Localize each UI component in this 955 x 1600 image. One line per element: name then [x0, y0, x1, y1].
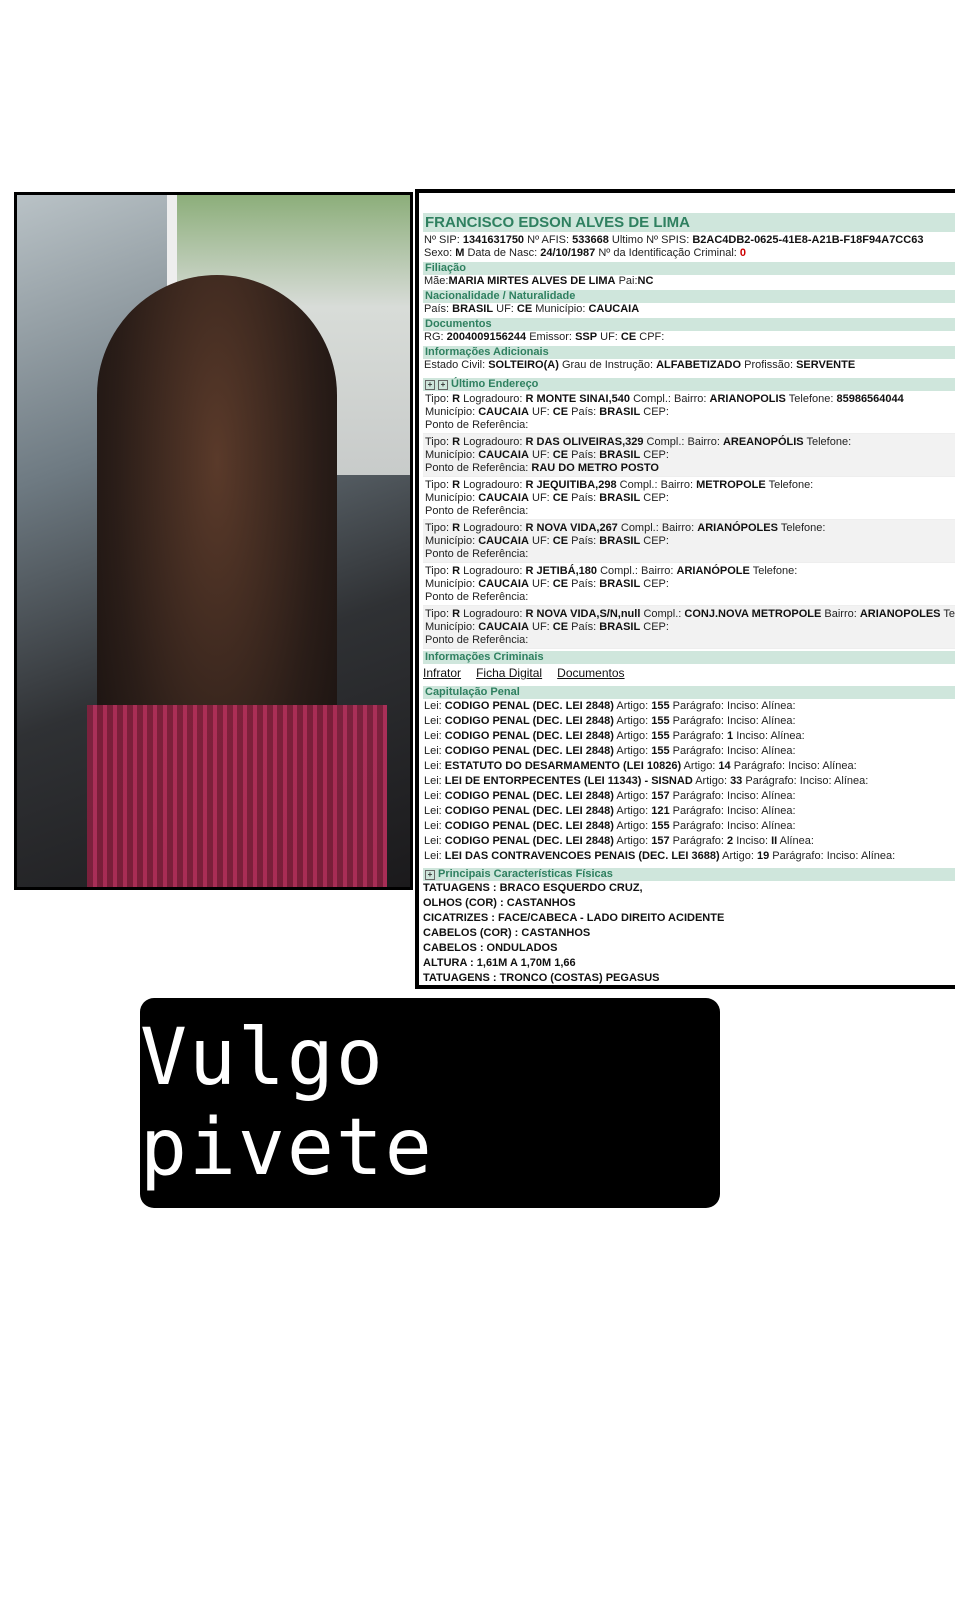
section-endereco[interactable]: + + Último Endereço — [423, 378, 955, 391]
capitulacao-list: Lei: CODIGO PENAL (DEC. LEI 2848) Artigo… — [423, 699, 955, 864]
capitulacao-row: Lei: CODIGO PENAL (DEC. LEI 2848) Artigo… — [424, 805, 796, 817]
birth-line: Sexo: M Data de Nasc: 24/10/1987 Nº da I… — [424, 247, 747, 259]
characteristic-item: TATUAGENS : BRACO ESQUERDO CRUZ, — [423, 882, 643, 894]
address-row: Tipo: R Logradouro: R DAS OLIVEIRAS,329 … — [423, 434, 955, 477]
nickname-text: Vulgo pivete — [140, 1013, 434, 1193]
nacionalidade-line: País: BRASIL UF: CE Município: CAUCAIA — [424, 303, 640, 315]
criminal-links: Infrator Ficha Digital Documentos — [423, 664, 955, 684]
section-filiacao: Filiação — [423, 262, 955, 275]
characteristic-item: CABELOS (COR) : CASTANHOS — [423, 927, 591, 939]
address-row: Tipo: R Logradouro: R NOVA VIDA,S/N,null… — [423, 606, 955, 649]
characteristic-item: CABELOS : ONDULADOS — [423, 942, 558, 954]
section-documentos: Documentos — [423, 318, 955, 331]
link-ficha-digital[interactable]: Ficha Digital — [476, 666, 542, 680]
capitulacao-row: Lei: LEI DAS CONTRAVENCOES PENAIS (DEC. … — [424, 850, 896, 862]
characteristics-list: TATUAGENS : BRACO ESQUERDO CRUZ, OLHOS (C… — [423, 881, 955, 985]
characteristic-item: OLHOS (COR) : CASTANHOS — [423, 897, 576, 909]
capitulacao-row: Lei: CODIGO PENAL (DEC. LEI 2848) Artigo… — [424, 700, 796, 712]
id-line: Nº SIP: 1341631750 Nº AFIS: 533668 Ultim… — [424, 234, 924, 246]
section-info-criminais: Informações Criminais — [423, 651, 955, 664]
link-infrator[interactable]: Infrator — [423, 666, 461, 680]
address-row: Tipo: R Logradouro: R JEQUITIBA,298 Comp… — [423, 477, 955, 520]
address-row: Tipo: R Logradouro: R NOVA VIDA,267 Comp… — [423, 520, 955, 563]
address-row: Tipo: R Logradouro: R MONTE SINAI,540 Co… — [423, 391, 955, 434]
expand-icon[interactable]: + — [425, 870, 435, 880]
characteristic-item: TATUAGENS : TRONCO (COSTAS) PEGASUS — [423, 972, 660, 984]
characteristic-item: ALTURA : 1,61M A 1,70M 1,66 — [423, 957, 576, 969]
expand-icon[interactable]: + — [438, 380, 448, 390]
expand-icon[interactable]: + — [425, 380, 435, 390]
capitulacao-row: Lei: CODIGO PENAL (DEC. LEI 2848) Artigo… — [424, 715, 796, 727]
section-nacionalidade: Nacionalidade / Naturalidade — [423, 290, 955, 303]
section-caracteristicas[interactable]: + Principais Características Físicas — [423, 868, 955, 881]
capitulacao-row: Lei: CODIGO PENAL (DEC. LEI 2848) Artigo… — [424, 730, 805, 742]
capitulacao-row: Lei: CODIGO PENAL (DEC. LEI 2848) Artigo… — [424, 835, 814, 847]
section-info-adicionais: Informações Adicionais — [423, 346, 955, 359]
nickname-banner: Vulgo pivete — [140, 998, 720, 1208]
characteristic-item: CICATRIZES : FACE/CABECA - LADO DIREITO … — [423, 912, 725, 924]
capitulacao-row: Lei: CODIGO PENAL (DEC. LEI 2848) Artigo… — [424, 790, 796, 802]
address-list: Tipo: R Logradouro: R MONTE SINAI,540 Co… — [423, 391, 955, 649]
capitulacao-row: Lei: ESTATUTO DO DESARMAMENTO (LEI 10826… — [424, 760, 857, 772]
capitulacao-row: Lei: CODIGO PENAL (DEC. LEI 2848) Artigo… — [424, 820, 796, 832]
filiacao-line: Mãe:MARIA MIRTES ALVES DE LIMA Pai:NC — [424, 275, 654, 287]
capitulacao-row: Lei: CODIGO PENAL (DEC. LEI 2848) Artigo… — [424, 745, 796, 757]
criminal-record-panel: FRANCISCO EDSON ALVES DE LIMA Nº SIP: 13… — [415, 189, 955, 989]
capitulacao-row: Lei: LEI DE ENTORPECENTES (LEI 11343) - … — [424, 775, 869, 787]
documentos-line: RG: 2004009156244 Emissor: SSP UF: CE CP… — [424, 331, 665, 343]
link-documentos[interactable]: Documentos — [557, 666, 624, 680]
striped-shorts — [87, 705, 387, 887]
section-capitulacao: Capitulação Penal — [423, 686, 955, 699]
suspect-photo — [14, 192, 413, 890]
address-row: Tipo: R Logradouro: R JETIBÁ,180 Compl.:… — [423, 563, 955, 606]
person-name: FRANCISCO EDSON ALVES DE LIMA — [423, 213, 955, 232]
info-adicionais-line: Estado Civil: SOLTEIRO(A) Grau de Instru… — [424, 359, 856, 371]
